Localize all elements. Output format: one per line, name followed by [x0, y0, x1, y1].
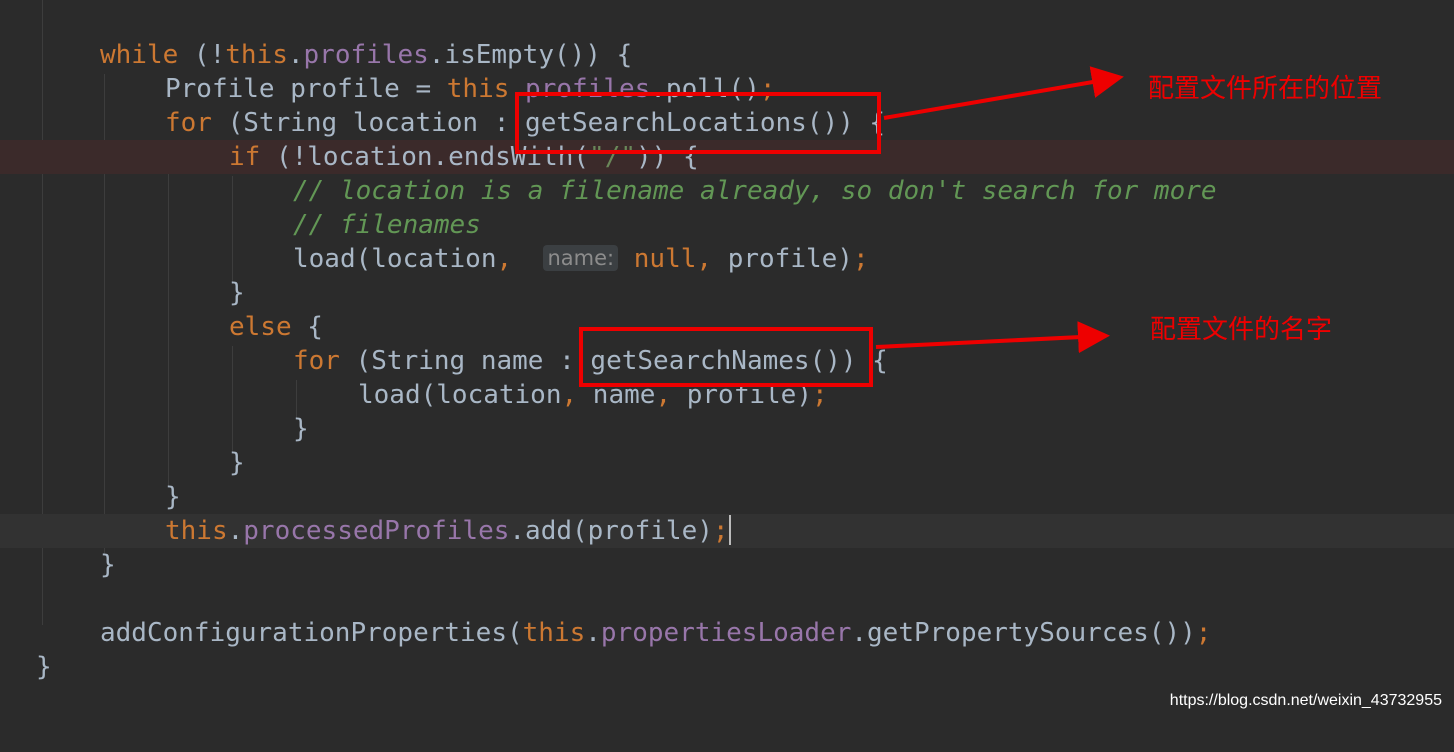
arrow-to-locations-label — [883, 66, 1124, 120]
annotation-arrows — [875, 66, 1124, 354]
annotation-label-names: 配置文件的名字 — [1150, 315, 1333, 345]
watermark-text: https://blog.csdn.net/weixin_43732955 — [1169, 692, 1442, 709]
arrow-to-names-label — [875, 321, 1110, 354]
annotation-label-locations: 配置文件所在的位置 — [1148, 74, 1383, 104]
